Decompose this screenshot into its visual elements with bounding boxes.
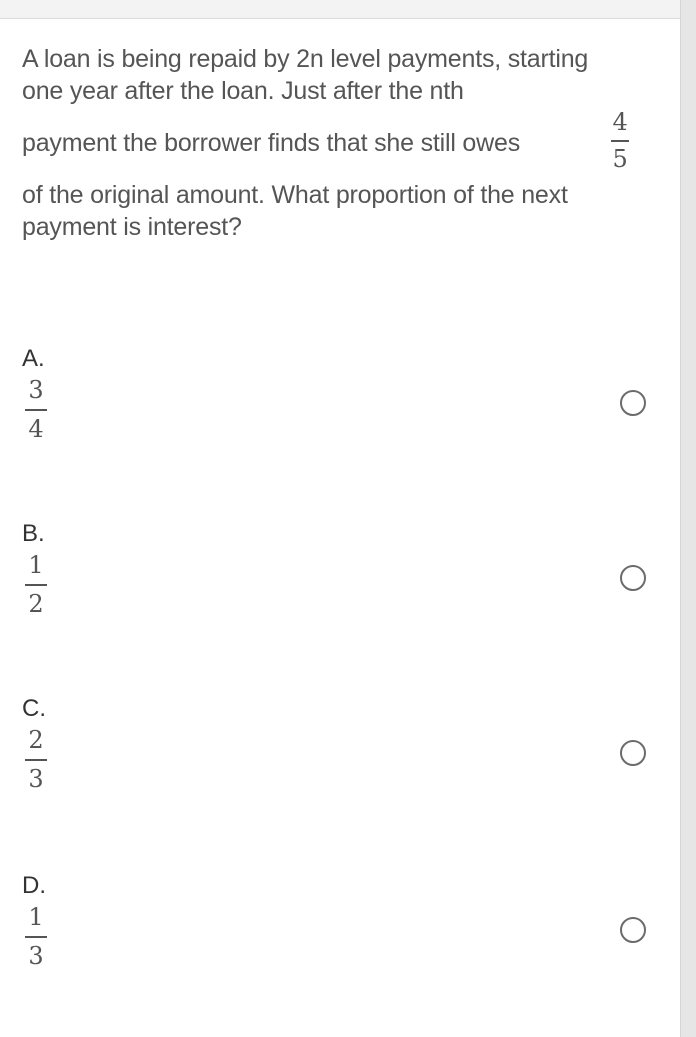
fraction-denominator: 5: [612, 144, 628, 173]
question-text: A loan is being repaid by 2n level payme…: [22, 43, 652, 243]
radio-button-d[interactable]: [620, 917, 646, 943]
fraction-bar: [611, 140, 629, 142]
option-fraction: 1 3: [24, 902, 48, 971]
option-letter: C.: [22, 695, 46, 722]
option-a[interactable]: A. 3 4: [0, 345, 680, 475]
fraction-denominator: 2: [28, 589, 44, 618]
inline-fraction: 4 5: [609, 107, 631, 174]
option-c[interactable]: C. 2 3: [0, 695, 680, 825]
vertical-scrollbar[interactable]: [680, 0, 696, 1037]
option-fraction: 1 2: [24, 550, 48, 619]
question-line-with-fraction: payment the borrower finds that she stil…: [22, 107, 652, 179]
fraction-numerator: 1: [28, 551, 44, 579]
fraction-denominator: 3: [28, 764, 44, 793]
fraction-denominator: 4: [28, 414, 44, 443]
radio-button-c[interactable]: [620, 740, 646, 766]
radio-button-b[interactable]: [620, 565, 646, 591]
fraction-numerator: 1: [28, 903, 44, 931]
fraction-numerator: 4: [612, 108, 628, 136]
fraction-bar: [25, 759, 47, 761]
option-fraction: 3 4: [24, 375, 48, 444]
question-line: payment the borrower finds that she stil…: [22, 129, 520, 157]
option-d[interactable]: D. 1 3: [0, 872, 680, 1002]
option-fraction: 2 3: [24, 725, 48, 794]
fraction-bar: [25, 936, 47, 938]
option-b[interactable]: B. 1 2: [0, 520, 680, 650]
option-letter: D.: [22, 872, 46, 899]
fraction-bar: [25, 409, 47, 411]
option-letter: A.: [22, 345, 45, 372]
fraction-numerator: 3: [28, 376, 44, 404]
question-line: one year after the loan. Just after the …: [22, 77, 464, 105]
fraction-denominator: 3: [28, 941, 44, 970]
radio-button-a[interactable]: [620, 390, 646, 416]
question-line: payment is interest?: [22, 213, 242, 241]
question-line: of the original amount. What proportion …: [22, 181, 568, 209]
option-letter: B.: [22, 520, 45, 547]
fraction-numerator: 2: [28, 726, 44, 754]
question-line: A loan is being repaid by 2n level payme…: [22, 45, 589, 73]
top-bar: [0, 0, 696, 19]
fraction-bar: [25, 584, 47, 586]
